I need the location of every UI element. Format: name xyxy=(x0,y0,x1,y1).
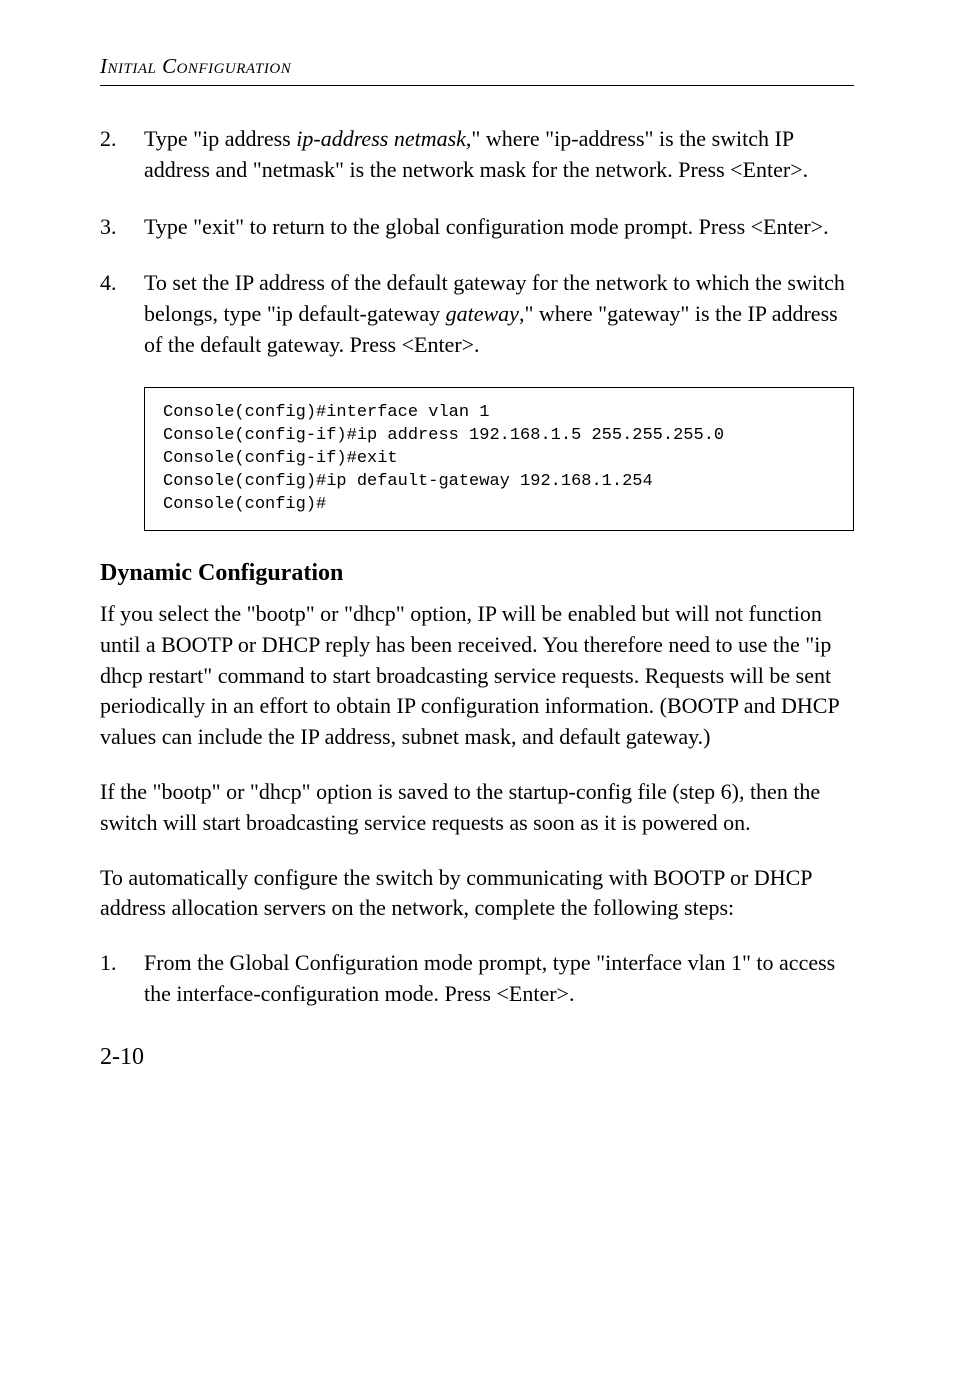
step-number: 1. xyxy=(100,948,117,979)
step-text-em: gateway xyxy=(446,301,519,326)
page-number: 2-10 xyxy=(100,1044,854,1071)
step-2: 2. Type "ip address ip-address netmask,"… xyxy=(144,124,854,186)
running-head: Initial Configuration xyxy=(100,54,854,79)
step-text: From the Global Configuration mode promp… xyxy=(144,950,835,1006)
horizontal-rule xyxy=(100,85,854,86)
step-number: 2. xyxy=(100,124,117,155)
step-text-pre: Type "ip address xyxy=(144,126,296,151)
step-number: 4. xyxy=(100,268,117,299)
steps-list-b: 1. From the Global Configuration mode pr… xyxy=(100,948,854,1010)
step-number: 3. xyxy=(100,212,117,243)
step-text-pre: Type "exit" to return to the global conf… xyxy=(144,214,829,239)
code-block: Console(config)#interface vlan 1 Console… xyxy=(144,387,854,532)
section-heading: Dynamic Configuration xyxy=(100,557,854,591)
step-4: 4. To set the IP address of the default … xyxy=(144,268,854,360)
paragraph: To automatically configure the switch by… xyxy=(100,863,854,925)
step-1: 1. From the Global Configuration mode pr… xyxy=(144,948,854,1010)
paragraph: If the "bootp" or "dhcp" option is saved… xyxy=(100,777,854,839)
paragraph: If you select the "bootp" or "dhcp" opti… xyxy=(100,599,854,753)
step-3: 3. Type "exit" to return to the global c… xyxy=(144,212,854,243)
step-text-em: ip-address netmask xyxy=(296,126,466,151)
steps-list-a: 2. Type "ip address ip-address netmask,"… xyxy=(100,124,854,361)
